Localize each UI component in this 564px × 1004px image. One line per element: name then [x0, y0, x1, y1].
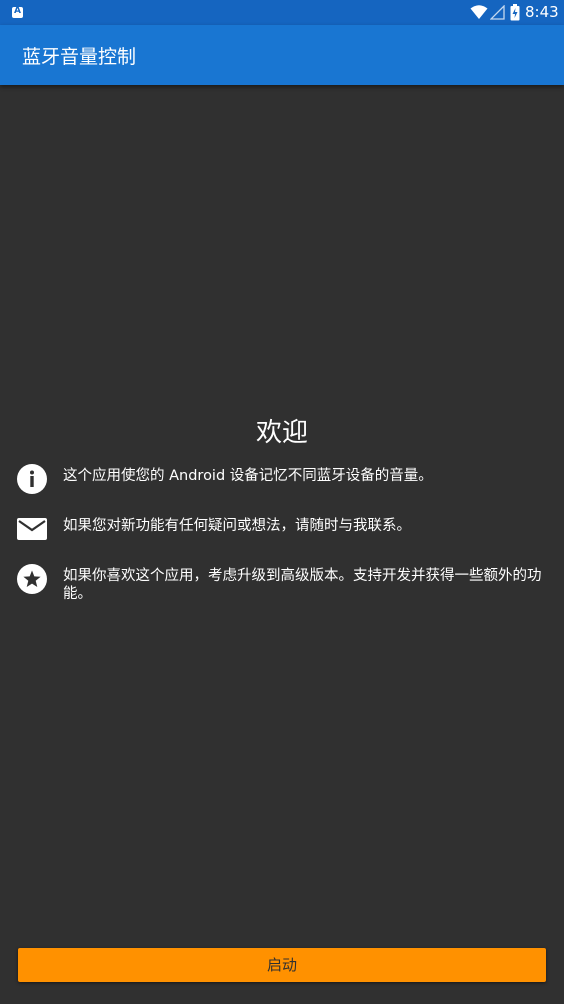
start-button[interactable]: 启动 — [18, 948, 546, 982]
mail-icon — [17, 518, 47, 540]
contact-row-text: 如果您对新功能有任何疑问或想法，请随时与我联系。 — [63, 518, 411, 534]
info-icon — [17, 464, 47, 494]
star-icon — [17, 564, 47, 594]
welcome-title: 欢迎 — [255, 418, 308, 448]
signal-icon — [490, 5, 505, 20]
premium-row-text: 如果你喜欢这个应用，考虑升级到高级版本。支持开发并获得一些额外的功能。 — [63, 568, 542, 602]
status-clock: 8:43 — [525, 3, 559, 21]
info-row-text: 这个应用使您的 Android 设备记忆不同蓝牙设备的音量。 — [63, 468, 433, 484]
battery-icon — [510, 4, 520, 21]
app-bar: 蓝牙音量控制 — [0, 25, 564, 85]
wifi-icon — [470, 5, 488, 19]
status-bar: 8:43 — [0, 0, 564, 25]
app-title: 蓝牙音量控制 — [22, 46, 137, 68]
notification-a-icon — [12, 6, 23, 18]
